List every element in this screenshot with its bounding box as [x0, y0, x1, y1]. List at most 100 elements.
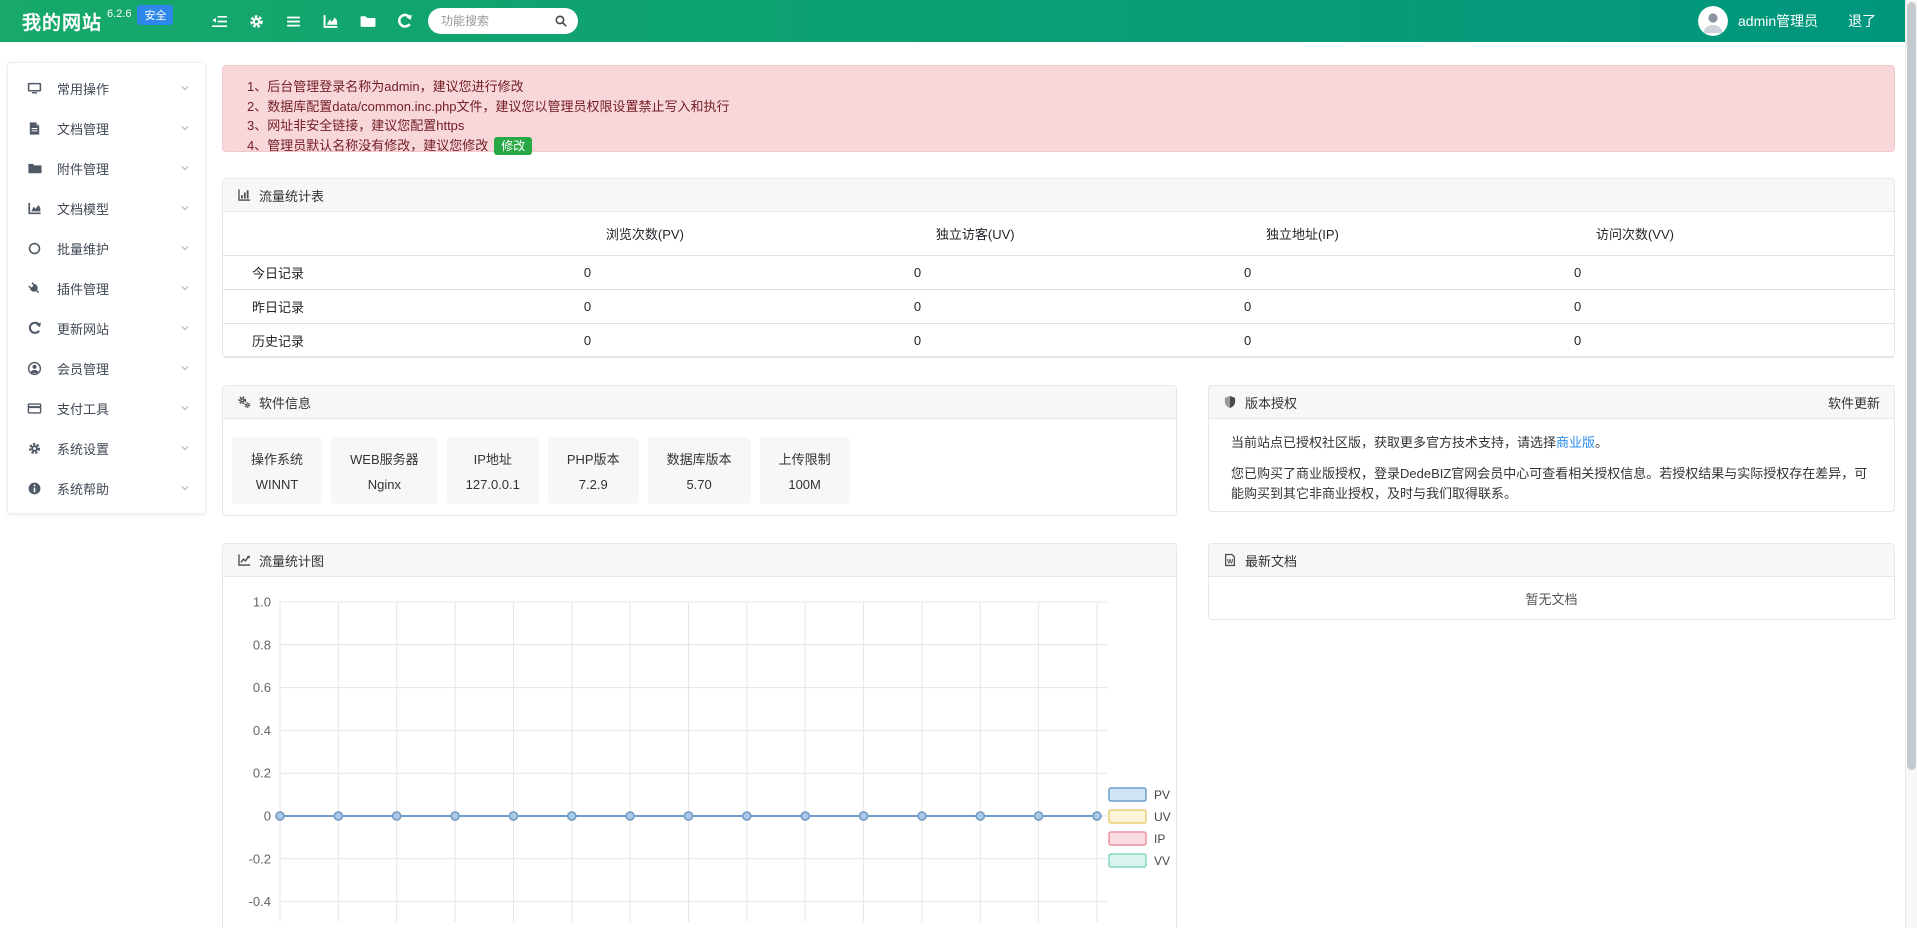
alert-line: 1、后台管理登录名称为admin，建议您进行修改 — [247, 77, 1870, 97]
gears-icon — [237, 395, 251, 409]
logout-button[interactable]: 退了 — [1848, 11, 1876, 31]
software-card-webserver: WEB服务器 Nginx — [331, 437, 438, 504]
scrollbar-thumb[interactable] — [1907, 2, 1916, 770]
data-point-pv[interactable] — [1035, 812, 1043, 820]
card-label: WEB服务器 — [350, 449, 419, 468]
menu-fold-icon[interactable] — [211, 13, 228, 30]
legend-label-ip[interactable]: IP — [1154, 832, 1165, 846]
data-point-pv[interactable] — [860, 812, 868, 820]
y-axis-tick-label: 1.0 — [253, 595, 271, 610]
row-label: 今日记录 — [223, 256, 574, 290]
alert-line: 3、网址非安全链接，建议您配置https — [247, 116, 1870, 136]
chevron-down-icon — [179, 202, 191, 214]
brand-title[interactable]: 我的网站 — [22, 8, 102, 35]
sidebar-item-system-settings[interactable]: 系统设置 — [8, 428, 205, 468]
legend-label-vv[interactable]: VV — [1154, 854, 1170, 868]
folder-icon[interactable] — [359, 13, 376, 30]
cell-value: 0 — [904, 290, 1234, 324]
data-point-pv[interactable] — [276, 812, 284, 820]
sidebar-item-label: 会员管理 — [57, 359, 179, 378]
data-point-pv[interactable] — [568, 812, 576, 820]
avatar[interactable] — [1698, 6, 1728, 36]
sidebar-item-system-help[interactable]: 系统帮助 — [8, 468, 205, 508]
card-value: WINNT — [251, 477, 303, 492]
legend-swatch-pv[interactable] — [1109, 788, 1146, 801]
chevron-down-icon — [179, 282, 191, 294]
search-icon[interactable] — [554, 14, 568, 28]
sidebar-item-batch-maintenance[interactable]: 批量维护 — [8, 228, 205, 268]
data-point-pv[interactable] — [976, 812, 984, 820]
search-input[interactable] — [441, 14, 554, 28]
legend-swatch-uv[interactable] — [1109, 810, 1146, 823]
folder-icon — [27, 161, 42, 176]
sidebar-item-document-model[interactable]: 文档模型 — [8, 188, 205, 228]
sidebar-item-label: 插件管理 — [57, 279, 179, 298]
chart-legend: PV UV IP VV — [1109, 788, 1171, 868]
data-point-pv[interactable] — [685, 812, 693, 820]
refresh-icon[interactable] — [396, 13, 413, 30]
sidebar-item-attachment-management[interactable]: 附件管理 — [8, 148, 205, 188]
hamburger-menu-icon[interactable] — [285, 13, 302, 30]
modify-button[interactable]: 修改 — [494, 137, 532, 155]
panel-title: 版本授权 — [1245, 393, 1297, 412]
card-label: 上传限制 — [779, 449, 831, 468]
column-header-ip: 独立地址(IP) — [1234, 212, 1564, 256]
data-point-pv[interactable] — [451, 812, 459, 820]
data-point-pv[interactable] — [626, 812, 634, 820]
legend-label-pv[interactable]: PV — [1154, 788, 1170, 802]
card-value: 7.2.9 — [567, 477, 620, 492]
chart-area-icon[interactable] — [322, 13, 339, 30]
line-chart-icon — [237, 553, 251, 567]
cell-value: 0 — [574, 290, 904, 324]
cell-value: 0 — [1234, 256, 1564, 290]
svg-text:W: W — [1227, 559, 1234, 566]
legend-label-uv[interactable]: UV — [1154, 810, 1171, 824]
software-update-link[interactable]: 软件更新 — [1828, 393, 1880, 412]
sidebar-item-plugin-management[interactable]: 插件管理 — [8, 268, 205, 308]
docs-empty-state: 暂无文档 — [1209, 577, 1894, 620]
row-label: 历史记录 — [223, 324, 574, 358]
data-point-pv[interactable] — [918, 812, 926, 820]
panel-title: 流量统计表 — [259, 186, 324, 205]
sidebar-menu: 常用操作 文档管理 附件管理 文档模型 批量维护 插件管理 更新网站 会员管理 — [7, 62, 206, 514]
cell-value: 0 — [904, 324, 1234, 358]
data-point-pv[interactable] — [1093, 812, 1101, 820]
legend-swatch-vv[interactable] — [1109, 854, 1146, 867]
latest-docs-panel: W 最新文档 暂无文档 — [1208, 543, 1895, 620]
data-point-pv[interactable] — [801, 812, 809, 820]
chevron-down-icon — [179, 482, 191, 494]
security-badge[interactable]: 安全 — [137, 5, 173, 25]
sidebar-item-member-management[interactable]: 会员管理 — [8, 348, 205, 388]
data-point-pv[interactable] — [393, 812, 401, 820]
data-point-pv[interactable] — [334, 812, 342, 820]
word-file-icon: W — [1223, 553, 1237, 567]
cell-value: 0 — [574, 256, 904, 290]
sidebar-item-label: 系统帮助 — [57, 479, 179, 498]
page-scrollbar[interactable] — [1905, 0, 1917, 928]
cell-value: 0 — [1234, 324, 1564, 358]
legend-swatch-ip[interactable] — [1109, 832, 1146, 845]
alert-line: 2、数据库配置data/common.inc.php文件，建议您以管理员权限设置… — [247, 97, 1870, 117]
commercial-edition-link[interactable]: 商业版 — [1556, 435, 1595, 450]
user-name[interactable]: admin管理员 — [1738, 11, 1818, 31]
data-point-pv[interactable] — [743, 812, 751, 820]
gear-icon[interactable] — [248, 13, 265, 30]
chevron-down-icon — [179, 362, 191, 374]
chart-grid: 1.00.80.60.40.20-0.2-0.4 — [249, 595, 1107, 923]
sidebar-item-label: 文档模型 — [57, 199, 179, 218]
sidebar-item-label: 附件管理 — [57, 159, 179, 178]
y-axis-tick-label: 0.8 — [253, 637, 271, 652]
data-point-pv[interactable] — [509, 812, 517, 820]
license-body: 当前站点已授权社区版，获取更多官方技术支持，请选择商业版。 您已购买了商业版授权… — [1209, 419, 1894, 504]
sidebar-item-common-operations[interactable]: 常用操作 — [8, 68, 205, 108]
header-icon-menu — [211, 13, 450, 30]
sidebar-item-payment-tools[interactable]: 支付工具 — [8, 388, 205, 428]
top-navbar: 我的网站 6.2.6 安全 admin管理员 退了 — [0, 0, 1917, 42]
card-label: 数据库版本 — [667, 449, 732, 468]
sidebar-item-update-site[interactable]: 更新网站 — [8, 308, 205, 348]
sidebar-item-document-management[interactable]: 文档管理 — [8, 108, 205, 148]
software-card-db: 数据库版本 5.70 — [648, 437, 751, 504]
license-text: 当前站点已授权社区版，获取更多官方技术支持，请选择 — [1231, 435, 1556, 450]
software-card-php: PHP版本 7.2.9 — [548, 437, 639, 504]
table-row-history: 历史记录 0 0 0 0 — [223, 324, 1894, 358]
